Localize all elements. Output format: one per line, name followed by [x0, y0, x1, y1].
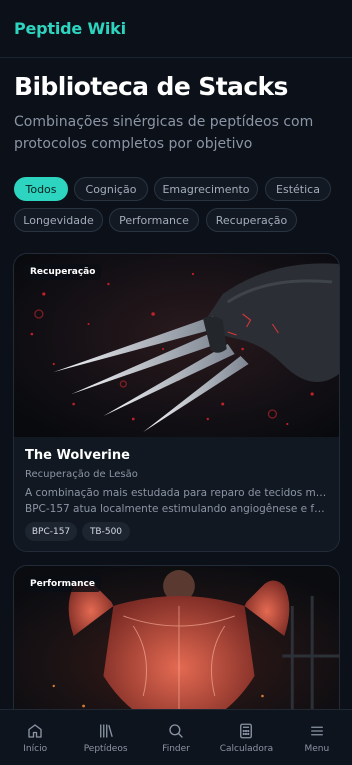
library-icon: [99, 723, 113, 738]
category-badge: Recuperação: [24, 264, 102, 280]
category-badge: Performance: [24, 576, 101, 592]
page-title: Biblioteca de Stacks: [14, 72, 288, 101]
card-description: A combinação mais estudada para reparo d…: [25, 485, 330, 517]
nav-label: Finder: [162, 743, 190, 754]
peptide-tag: BPC-157: [25, 522, 77, 541]
filter-chip-cognicao[interactable]: Cognição: [74, 177, 148, 201]
stack-card-wolverine[interactable]: Recuperação The Wolverine Recuperação de…: [13, 253, 340, 552]
filter-chip-longevidade[interactable]: Longevidade: [14, 208, 103, 232]
filter-chip-emagrecimento[interactable]: Emagrecimento: [154, 177, 258, 201]
card-title: The Wolverine: [25, 448, 130, 463]
page-subtitle: Combinações sinérgicas de peptídeos com …: [14, 114, 314, 152]
menu-icon: [310, 726, 323, 735]
peptide-tag: TB-500: [82, 522, 130, 541]
clawed-hand-image: Recuperação: [14, 254, 339, 437]
nav-item-finder[interactable]: Finder: [141, 710, 211, 765]
search-icon: [169, 723, 183, 738]
muscular-back-image: Performance: [14, 566, 339, 726]
filter-chip-estetica[interactable]: Estética: [265, 177, 331, 201]
nav-label: Início: [23, 743, 48, 754]
home-icon: [28, 723, 42, 738]
brand-logo[interactable]: Peptide Wiki: [14, 19, 126, 38]
bottom-nav: Início Peptídeos Finder Calculadora Menu: [0, 709, 352, 765]
nav-item-menu[interactable]: Menu: [282, 710, 352, 765]
top-bar: Peptide Wiki: [0, 0, 352, 58]
nav-item-inicio[interactable]: Início: [0, 710, 70, 765]
nav-label: Menu: [304, 743, 330, 754]
card-description-line-1: A combinação mais estudada para reparo d…: [25, 487, 330, 499]
card-kicker: Recuperação de Lesão: [25, 469, 138, 480]
nav-item-calculadora[interactable]: Calculadora: [211, 710, 281, 765]
calculator-icon: [240, 723, 253, 738]
nav-label: Calculadora: [219, 743, 274, 754]
filter-chip-todos[interactable]: Todos: [14, 177, 68, 201]
filter-chip-recuperacao[interactable]: Recuperação: [206, 208, 297, 232]
filter-chip-performance[interactable]: Performance: [109, 208, 199, 232]
nav-label: Peptídeos: [83, 743, 128, 754]
nav-item-peptideos[interactable]: Peptídeos: [70, 710, 140, 765]
card-description-line-2: BPC-157 atua localmente estimulando angi…: [25, 503, 330, 515]
